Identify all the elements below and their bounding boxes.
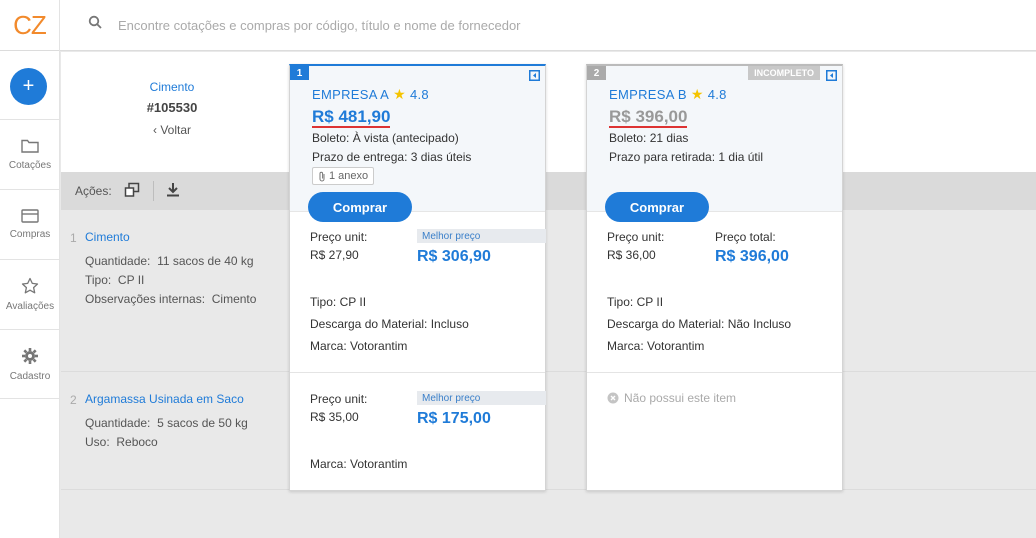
item-detail: Uso: Reboco xyxy=(85,435,158,449)
item-brand: Marca: Votorantim xyxy=(310,457,408,471)
search-icon xyxy=(88,15,102,32)
total-price: R$ 481,90 xyxy=(312,107,391,128)
sidebar-item-cotacoes[interactable]: Cotações xyxy=(0,119,60,189)
collapse-icon[interactable] xyxy=(826,70,837,84)
quote-title: Cimento xyxy=(149,80,195,94)
item-brand: Marca: Votorantim xyxy=(607,339,705,353)
unit-price: R$ 27,90 xyxy=(310,248,359,262)
sidebar: + Cotações Compras Avaliações Cadastro xyxy=(0,51,60,538)
item-total-price: R$ 306,90 xyxy=(417,248,491,265)
buy-button[interactable]: Comprar xyxy=(605,192,709,222)
sidebar-item-label: Compras xyxy=(9,229,51,240)
best-price-badge: Melhor preço xyxy=(417,391,546,405)
item-row: 1 Cimento Quantidade: 11 sacos de 40 kg … xyxy=(61,210,1036,372)
divider xyxy=(153,181,154,201)
item-row: 2 Argamassa Usinada em Saco Quantidade: … xyxy=(61,372,1036,490)
unit-price-label: Preço unit: xyxy=(310,230,368,244)
item-detail: Quantidade: 11 sacos de 40 kg xyxy=(85,254,254,268)
star-icon xyxy=(21,277,39,294)
close-circle-icon xyxy=(607,392,619,404)
buy-button[interactable]: Comprar xyxy=(308,192,412,222)
app-logo[interactable]: CZ xyxy=(0,0,60,51)
best-price-badge: Melhor preço xyxy=(417,229,546,243)
item-detail: Quantidade: 5 sacos de 50 kg xyxy=(85,416,248,430)
sidebar-item-label: Cadastro xyxy=(9,370,51,382)
add-button[interactable]: + xyxy=(10,68,47,105)
supplier-name[interactable]: EMPRESA B ★ 4.8 xyxy=(609,86,727,103)
paperclip-icon xyxy=(319,171,325,181)
rating-star-icon: ★ xyxy=(393,86,406,102)
collapse-icon[interactable] xyxy=(529,70,540,84)
supplier-name[interactable]: EMPRESA A ★ 4.8 xyxy=(312,86,429,103)
unit-price-label: Preço unit: xyxy=(607,230,665,244)
divider xyxy=(587,372,842,373)
supplier-card-header: 2 INCOMPLETO EMPRESA B ★ 4.8 R$ 396,00 B… xyxy=(587,66,842,222)
item-type: Tipo: CP II xyxy=(310,295,367,309)
total-price: R$ 396,00 xyxy=(609,107,688,128)
actions-bar: Ações: xyxy=(61,172,1036,210)
item-missing-notice: Não possui este item xyxy=(607,391,736,405)
unit-price: R$ 35,00 xyxy=(310,410,359,424)
download-icon[interactable] xyxy=(166,182,180,201)
rank-badge: 1 xyxy=(290,66,309,80)
credit-card-icon xyxy=(21,209,39,223)
supplier-card: 2 INCOMPLETO EMPRESA B ★ 4.8 R$ 396,00 B… xyxy=(586,64,843,491)
divider xyxy=(290,372,545,373)
total-price-label: Preço total: xyxy=(715,230,776,244)
actions-label: Ações: xyxy=(75,184,112,198)
sidebar-item-label: Cotações xyxy=(8,160,52,171)
item-unloading: Descarga do Material: Incluso xyxy=(310,317,469,331)
search-input[interactable] xyxy=(118,14,718,36)
payment-terms: Boleto: 21 dias xyxy=(609,131,689,145)
status-badge: INCOMPLETO xyxy=(748,66,820,80)
item-unloading: Descarga do Material: Não Incluso xyxy=(607,317,792,331)
item-total-price: R$ 396,00 xyxy=(715,248,789,265)
sidebar-item-avaliacoes[interactable]: Avaliações xyxy=(0,259,60,329)
sidebar-item-label: Avaliações xyxy=(5,301,55,312)
item-name[interactable]: Cimento xyxy=(85,230,130,244)
payment-terms: Boleto: À vista (antecipado) xyxy=(312,131,459,145)
compare-icon[interactable] xyxy=(124,182,140,201)
quote-info: Cimento #105530 ‹ Voltar xyxy=(61,80,283,137)
item-brand: Marca: Votorantim xyxy=(310,339,408,353)
sidebar-item-cadastro[interactable]: Cadastro xyxy=(0,329,60,399)
delivery-terms: Prazo de entrega: 3 dias úteis xyxy=(312,150,472,164)
item-number: 2 xyxy=(70,393,77,407)
item-type: Tipo: CP II xyxy=(607,295,664,309)
pickup-terms: Prazo para retirada: 1 dia útil xyxy=(609,150,764,164)
back-link[interactable]: ‹ Voltar xyxy=(61,123,283,137)
item-name[interactable]: Argamassa Usinada em Saco xyxy=(85,392,244,406)
gear-icon xyxy=(22,347,38,364)
supplier-card-header: 1 EMPRESA A ★ 4.8 R$ 481,90 Boleto: À vi… xyxy=(290,66,545,222)
unit-price: R$ 36,00 xyxy=(607,248,656,262)
supplier-rating: 4.8 xyxy=(409,87,429,102)
supplier-rating: 4.8 xyxy=(707,87,727,102)
item-detail: Tipo: CP II xyxy=(85,273,145,287)
quote-id: #105530 xyxy=(146,100,198,115)
sidebar-item-compras[interactable]: Compras xyxy=(0,189,60,259)
unit-price-label: Preço unit: xyxy=(310,392,368,406)
attachment-chip[interactable]: 1 anexo xyxy=(312,167,375,185)
top-bar: CZ xyxy=(0,0,1036,51)
rating-star-icon: ★ xyxy=(690,86,704,102)
rank-badge: 2 xyxy=(587,66,606,80)
supplier-card: 1 EMPRESA A ★ 4.8 R$ 481,90 Boleto: À vi… xyxy=(289,64,546,491)
item-number: 1 xyxy=(70,231,77,245)
folder-icon xyxy=(21,139,39,153)
item-detail: Observações internas: Cimento xyxy=(85,292,257,306)
item-total-price: R$ 175,00 xyxy=(417,410,491,427)
